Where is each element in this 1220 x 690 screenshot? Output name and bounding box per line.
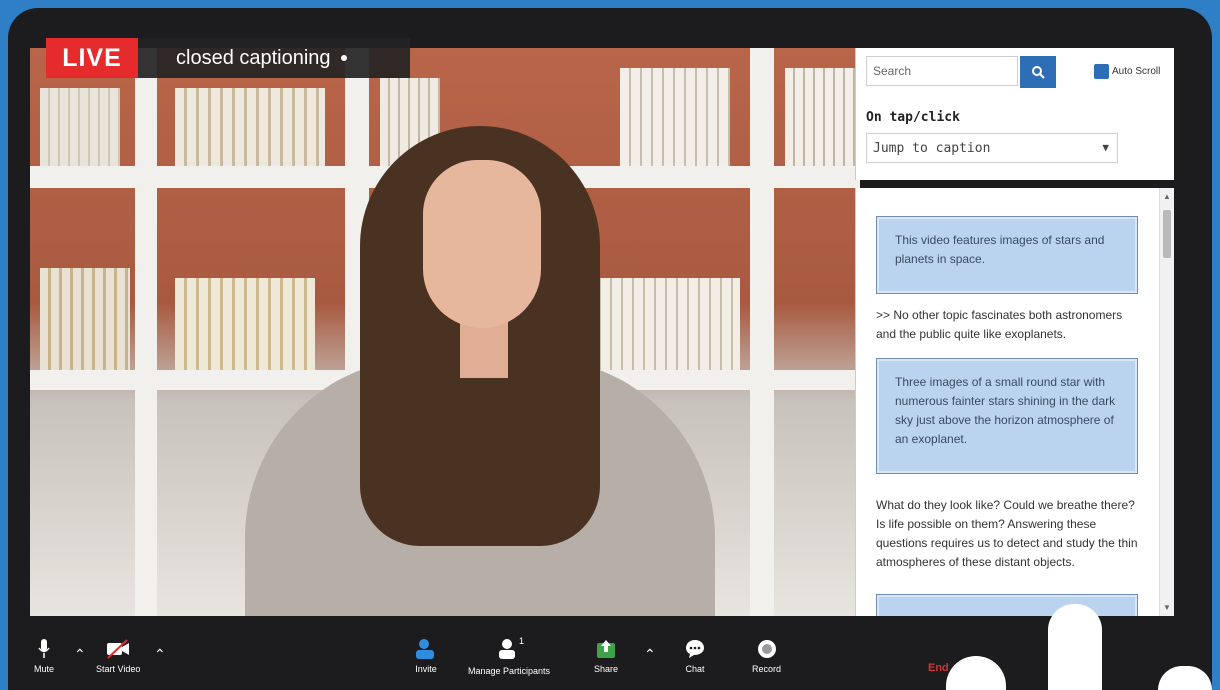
device-frame: LIVE closed captioning Search Auto Scrol…: [8, 8, 1212, 690]
shelf-post: [135, 48, 157, 616]
caption-list[interactable]: This video features images of stars and …: [855, 188, 1174, 616]
scroll-thumb[interactable]: [1163, 210, 1171, 258]
live-badge: LIVE: [46, 38, 138, 78]
caption-item[interactable]: Three images of a small round star with …: [876, 358, 1138, 474]
books: [620, 68, 730, 166]
shelf-post: [750, 48, 774, 616]
share-button[interactable]: Share: [594, 638, 618, 674]
caption-scrollbar[interactable]: ▲ ▼: [1159, 188, 1174, 616]
chevron-down-icon: ▼: [1102, 141, 1109, 154]
chat-icon: [686, 640, 704, 658]
search-icon: [1032, 66, 1045, 79]
caption-item[interactable]: This video features images of stars and …: [876, 216, 1138, 294]
video-off-icon: [107, 639, 130, 659]
person-face: [423, 160, 541, 328]
books: [175, 88, 325, 166]
closed-captioning-text: closed captioning: [176, 46, 331, 69]
caption-item[interactable]: What do they look like? Could we breathe…: [876, 496, 1138, 572]
record-label: Record: [752, 664, 782, 674]
books: [40, 268, 130, 370]
invite-button[interactable]: Invite: [414, 638, 438, 674]
invite-label: Invite: [415, 664, 437, 674]
record-button[interactable]: Record: [752, 638, 781, 674]
scroll-up-icon[interactable]: ▲: [1163, 192, 1171, 201]
status-dot-icon: [340, 55, 347, 61]
auto-scroll-toggle[interactable]: Auto Scroll: [1094, 64, 1160, 79]
books: [40, 88, 120, 166]
chevron-up-icon[interactable]: ⌃: [154, 646, 166, 663]
closed-captioning-label: closed captioning: [138, 38, 410, 78]
chevron-up-icon[interactable]: ⌃: [74, 646, 86, 663]
books: [175, 278, 315, 370]
participants-count: 1: [519, 636, 525, 646]
books: [590, 278, 740, 370]
on-tap-select-value: Jump to caption: [873, 140, 991, 156]
video-feed[interactable]: [30, 48, 860, 616]
invite-icon: [416, 639, 434, 659]
start-video-button[interactable]: Start Video: [96, 638, 140, 674]
record-icon: [757, 640, 776, 658]
participants-icon: [499, 639, 516, 659]
chevron-up-icon[interactable]: ⌃: [644, 646, 656, 663]
caption-item-partial[interactable]: [876, 594, 1138, 616]
start-video-label: Start Video: [96, 664, 141, 674]
share-label: Share: [594, 664, 619, 674]
auto-scroll-checkbox[interactable]: [1094, 64, 1109, 79]
microphone-icon: [38, 639, 50, 658]
on-tap-select[interactable]: Jump to caption ▼: [866, 133, 1118, 163]
caption-item[interactable]: >> No other topic fascinates both astron…: [876, 306, 1138, 344]
books: [785, 68, 860, 166]
share-screen-icon: [597, 640, 616, 658]
manage-participants-button[interactable]: 1 Manage Participants: [468, 636, 551, 676]
manage-participants-label: Manage Participants: [468, 666, 551, 676]
end-meeting-button[interactable]: End: [928, 662, 949, 674]
chat-button[interactable]: Chat: [684, 638, 706, 674]
on-tap-label: On tap/click: [866, 110, 960, 125]
mute-button[interactable]: Mute: [34, 638, 54, 674]
chat-label: Chat: [685, 664, 705, 674]
meeting-toolbar: Mute ⌃ Start Video ⌃ Invite 1 Manage Par…: [8, 620, 1212, 690]
search-button[interactable]: [1020, 56, 1056, 88]
auto-scroll-label: Auto Scroll: [1112, 66, 1161, 77]
caption-panel-controls: Search Auto Scroll On tap/click Jump to …: [855, 48, 1174, 180]
decorative-shape: [1048, 604, 1102, 690]
caption-search-input[interactable]: Search: [866, 56, 1018, 86]
scroll-down-icon[interactable]: ▼: [1163, 603, 1171, 612]
mute-label: Mute: [34, 664, 55, 674]
